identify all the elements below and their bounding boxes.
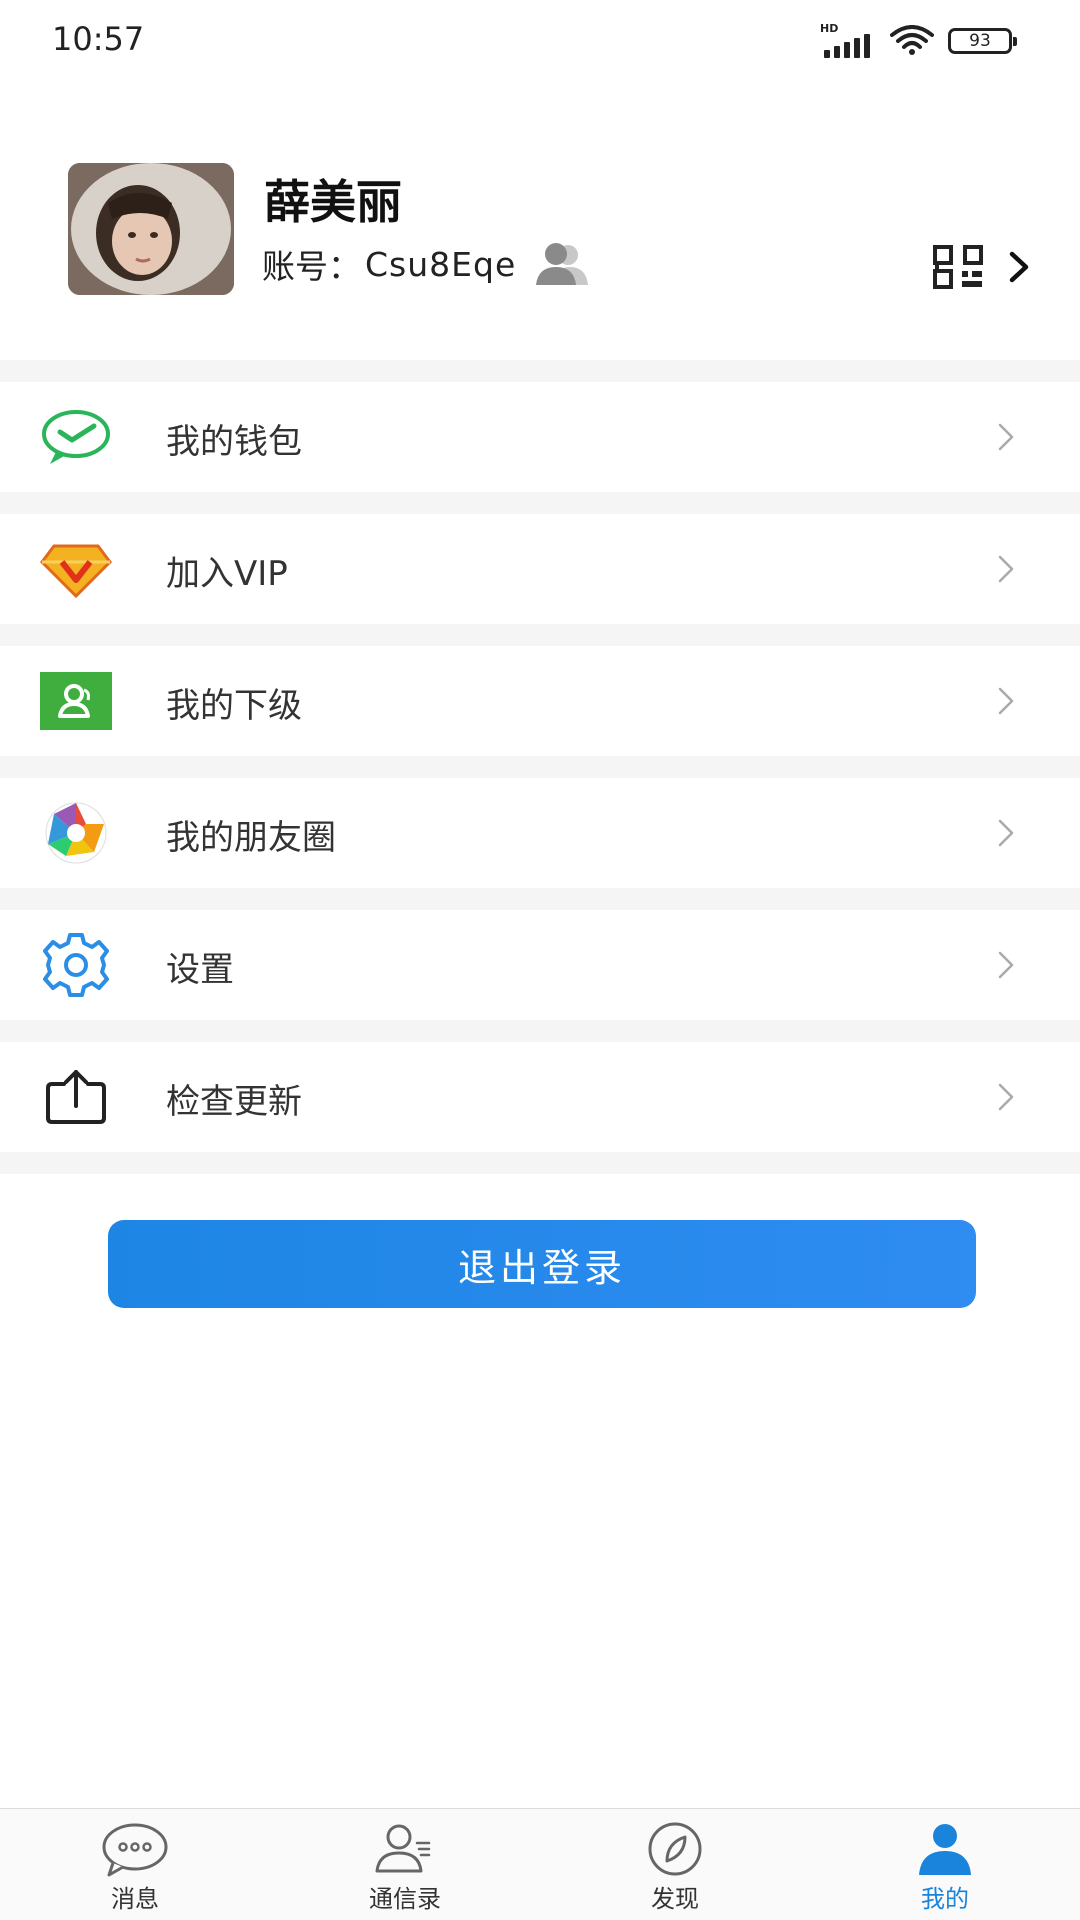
moments-icon	[45, 802, 107, 864]
battery-level: 93	[969, 31, 991, 51]
menu-list: 我的钱包 加入VIP 我的下级 我的朋友圈 设置 检查更新	[0, 360, 1080, 1174]
update-icon	[46, 1070, 106, 1124]
tab-label: 消息	[111, 1885, 159, 1913]
tab-me[interactable]: 我的	[845, 1809, 1045, 1920]
tab-discover[interactable]: 发现	[575, 1809, 775, 1920]
chevron-right-icon	[998, 951, 1014, 979]
bottom-nav: 消息 通信录 发现 我的	[0, 1808, 1080, 1920]
user-status-icon	[536, 243, 589, 285]
tab-label: 通信录	[369, 1885, 441, 1913]
menu-item-label: 设置	[166, 950, 234, 990]
status-time: 10:57	[52, 20, 145, 58]
chevron-right-icon	[998, 687, 1014, 715]
message-icon	[102, 1823, 168, 1877]
menu-item-wallet[interactable]: 我的钱包	[0, 382, 1080, 492]
menu-item-label: 我的朋友圈	[166, 818, 336, 858]
settings-icon	[43, 933, 109, 997]
status-bar: 10:57 HD 93	[0, 0, 1080, 84]
menu-item-label: 检查更新	[166, 1082, 302, 1122]
menu-item-settings[interactable]: 设置	[0, 910, 1080, 1020]
menu-divider	[0, 492, 1080, 514]
menu-item-label: 我的钱包	[166, 422, 302, 462]
chevron-right-icon	[998, 1083, 1014, 1111]
signal-icon: HD	[820, 22, 876, 58]
account-row: 账号： Csu8Eqe	[262, 240, 590, 288]
account-label: 账号：	[262, 247, 361, 286]
logout-button[interactable]: 退出登录	[108, 1220, 976, 1308]
wifi-icon	[890, 25, 934, 55]
menu-item-moments[interactable]: 我的朋友圈	[0, 778, 1080, 888]
discover-icon	[648, 1822, 702, 1876]
subordinate-icon	[40, 672, 112, 730]
menu-divider	[0, 756, 1080, 778]
chevron-right-icon	[998, 819, 1014, 847]
profile-page: 10:57 HD 93 薛美丽 账号： Csu8Eqe 我的钱包 加入VIP 我…	[0, 0, 1080, 1920]
menu-divider	[0, 624, 1080, 646]
qr-code-icon[interactable]	[932, 244, 986, 290]
avatar-photo	[68, 163, 234, 295]
user-name: 薛美丽	[264, 175, 402, 229]
menu-item-label: 我的下级	[166, 686, 302, 726]
avatar[interactable]	[68, 163, 234, 295]
status-icons: HD 93	[820, 22, 1017, 58]
battery-icon: 93	[948, 28, 1017, 54]
tab-contacts[interactable]: 通信录	[305, 1809, 505, 1920]
chevron-right-icon[interactable]	[1006, 250, 1032, 284]
chevron-right-icon	[998, 423, 1014, 451]
menu-divider	[0, 1020, 1080, 1042]
tab-label: 发现	[651, 1885, 699, 1913]
menu-item-label: 加入VIP	[166, 554, 288, 594]
tab-label: 我的	[921, 1885, 969, 1913]
contacts-icon	[375, 1824, 431, 1873]
me-icon	[919, 1824, 971, 1875]
chevron-right-icon	[998, 555, 1014, 583]
menu-item-check-update[interactable]: 检查更新	[0, 1042, 1080, 1152]
profile-header[interactable]: 薛美丽 账号： Csu8Eqe	[0, 140, 1080, 360]
menu-item-subordinates[interactable]: 我的下级	[0, 646, 1080, 756]
menu-item-vip[interactable]: 加入VIP	[0, 514, 1080, 624]
vip-diamond-icon	[40, 544, 112, 599]
menu-divider	[0, 1152, 1080, 1174]
menu-divider	[0, 888, 1080, 910]
tab-messages[interactable]: 消息	[35, 1809, 235, 1920]
menu-divider	[0, 360, 1080, 382]
wallet-icon	[42, 410, 110, 464]
account-id: Csu8Eqe	[365, 244, 517, 284]
